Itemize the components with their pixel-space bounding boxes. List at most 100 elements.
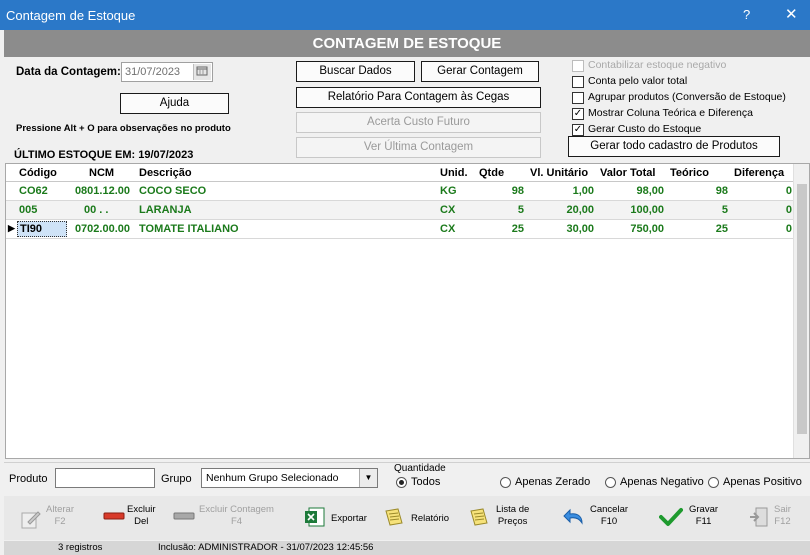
cell-ncm: 0702.00.00 [74,223,130,235]
quantidade-label: Quantidade [394,463,446,474]
col-diferenca[interactable]: Diferença [734,167,784,179]
record-count: 3 registros [58,542,103,553]
table-row[interactable]: CO62 0801.12.00 COCO SECO KG 98 1,00 98,… [6,182,809,201]
cell-teorico: 25 [715,223,728,235]
produto-input[interactable] [55,468,155,488]
cell-teorico: 98 [715,185,728,197]
edit-icon [20,508,42,533]
notes-icon [468,506,490,531]
alterar-button[interactable]: Alterar F2 [20,500,80,538]
check-label: Mostrar Coluna Teórica e Diferença [588,107,753,119]
cell-unid: CX [440,204,456,216]
relatorio-label: Relatório [411,513,450,524]
check-mark-icon[interactable]: ✓ [572,124,584,136]
lista-precos-label: Lista de Preços [496,504,530,527]
excluir-contagem-label: Excluir Contagem F4 [199,504,274,527]
status-bar: 3 registros Inclusão: ADMINISTRADOR - 31… [4,541,810,555]
date-label: Data da Contagem: [16,66,121,78]
checkbox[interactable] [572,60,584,72]
alterar-label: Alterar F2 [46,504,74,527]
cell-descricao: LARANJA [139,204,192,216]
cell-unid: CX [440,223,456,235]
cell-ncm: 0801.12.00 [74,185,130,197]
cancelar-label: Cancelar F10 [590,504,629,527]
cell-diferenca: 0 [785,223,792,235]
cell-qtde: 25 [511,223,524,235]
check-label: Conta pelo valor total [588,75,688,87]
relatorio-button[interactable]: Relatório [383,500,449,538]
grupo-label: Grupo [161,473,192,485]
table-row[interactable]: 005 00 . . LARANJA CX 5 20,00 100,00 5 0 [6,201,809,220]
cell-qtde: 98 [511,185,524,197]
row-pointer-icon: ▶ [8,223,15,233]
vertical-scrollbar[interactable] [793,164,809,458]
col-unid[interactable]: Unid. [440,167,468,179]
exit-door-icon [748,506,770,531]
gerar-contagem-button[interactable]: Gerar Contagem [421,61,539,82]
ver-ultima-button[interactable]: Ver Última Contagem [296,137,541,158]
col-valor-total[interactable]: Valor Total [600,167,655,179]
cell-diferenca: 0 [785,185,792,197]
lista-precos-button[interactable]: Lista de Preços [468,500,532,538]
cell-vl-unit: 1,00 [572,185,594,197]
cell-diferenca: 0 [785,204,792,216]
gravar-button[interactable]: Gravar F11 [659,500,719,538]
cell-valor-total: 100,00 [630,204,664,216]
radio-dot[interactable] [605,477,616,488]
chevron-down-icon[interactable]: ▼ [359,469,377,487]
date-field[interactable]: 31/07/2023 [121,62,213,82]
date-value: 31/07/2023 [125,66,181,78]
radio-dot[interactable] [500,477,511,488]
hint-text: Pressione Alt + O para observações no pr… [16,123,231,134]
col-descricao[interactable]: Descrição [139,167,192,179]
cell-valor-total: 98,00 [636,185,664,197]
calendar-icon[interactable] [193,64,211,80]
acerta-custo-button[interactable]: Acerta Custo Futuro [296,112,541,133]
col-teorico[interactable]: Teórico [670,167,709,179]
check-label: Gerar Custo do Estoque [588,123,702,135]
col-qtde[interactable]: Qtde [479,167,504,179]
excluir-button[interactable]: Excluir Del [103,500,163,538]
col-ncm[interactable]: NCM [89,167,114,179]
buscar-dados-button[interactable]: Buscar Dados [296,61,415,82]
title-bar: Contagem de Estoque ? ✕ [0,0,810,30]
close-icon[interactable]: ✕ [785,5,798,23]
excluir-contagem-button[interactable]: Excluir Contagem F4 [173,500,274,538]
cell-codigo: 005 [19,204,38,216]
relatorio-cegas-button[interactable]: Relatório Para Contagem às Cegas [296,87,541,108]
cancelar-button[interactable]: Cancelar F10 [562,500,629,538]
radio-dot[interactable] [708,477,719,488]
check-mark-icon[interactable]: ✓ [572,108,584,120]
scroll-thumb[interactable] [797,184,807,434]
minus-icon [173,511,195,524]
undo-icon [562,506,586,531]
cell-vl-unit: 30,00 [566,223,594,235]
radio-label: Apenas Negativo [620,476,704,488]
window: Contagem de Estoque ? ✕ CONTAGEM DE ESTO… [0,0,810,555]
produto-label: Produto [9,473,48,485]
cell-descricao: COCO SECO [139,185,207,197]
radio-label: Apenas Positivo [723,476,802,488]
sair-button[interactable]: Sair F12 [748,500,806,538]
cell-codigo[interactable]: TI90 [17,221,67,237]
radio-label: Todos [411,476,441,488]
products-table[interactable]: Código NCM Descrição Unid. Qtde Vl. Unit… [5,163,810,459]
checkbox[interactable] [572,92,584,104]
table-header: Código NCM Descrição Unid. Qtde Vl. Unit… [6,164,809,182]
ajuda-button[interactable]: Ajuda [120,93,229,114]
col-vl-unit[interactable]: Vl. Unitário [530,167,588,179]
radio-label: Apenas Zerado [515,476,591,488]
cell-vl-unit: 20,00 [566,204,594,216]
sair-label: Sair F12 [774,504,791,527]
help-icon[interactable]: ? [743,7,750,22]
exportar-button[interactable]: Exportar [304,500,368,538]
col-codigo[interactable]: Código [19,167,57,179]
radio-dot[interactable] [396,477,407,488]
grupo-select[interactable]: Nenhum Grupo Selecionado ▼ [201,468,378,488]
excel-icon [304,506,326,531]
table-row-selected[interactable]: ▶ TI90 0702.00.00 TOMATE ITALIANO CX 25 … [6,220,809,239]
cell-descricao: TOMATE ITALIANO [139,223,239,235]
checkbox[interactable] [572,76,584,88]
exportar-label: Exportar [331,513,367,524]
gerar-todo-cadastro-button[interactable]: Gerar todo cadastro de Produtos [568,136,780,157]
